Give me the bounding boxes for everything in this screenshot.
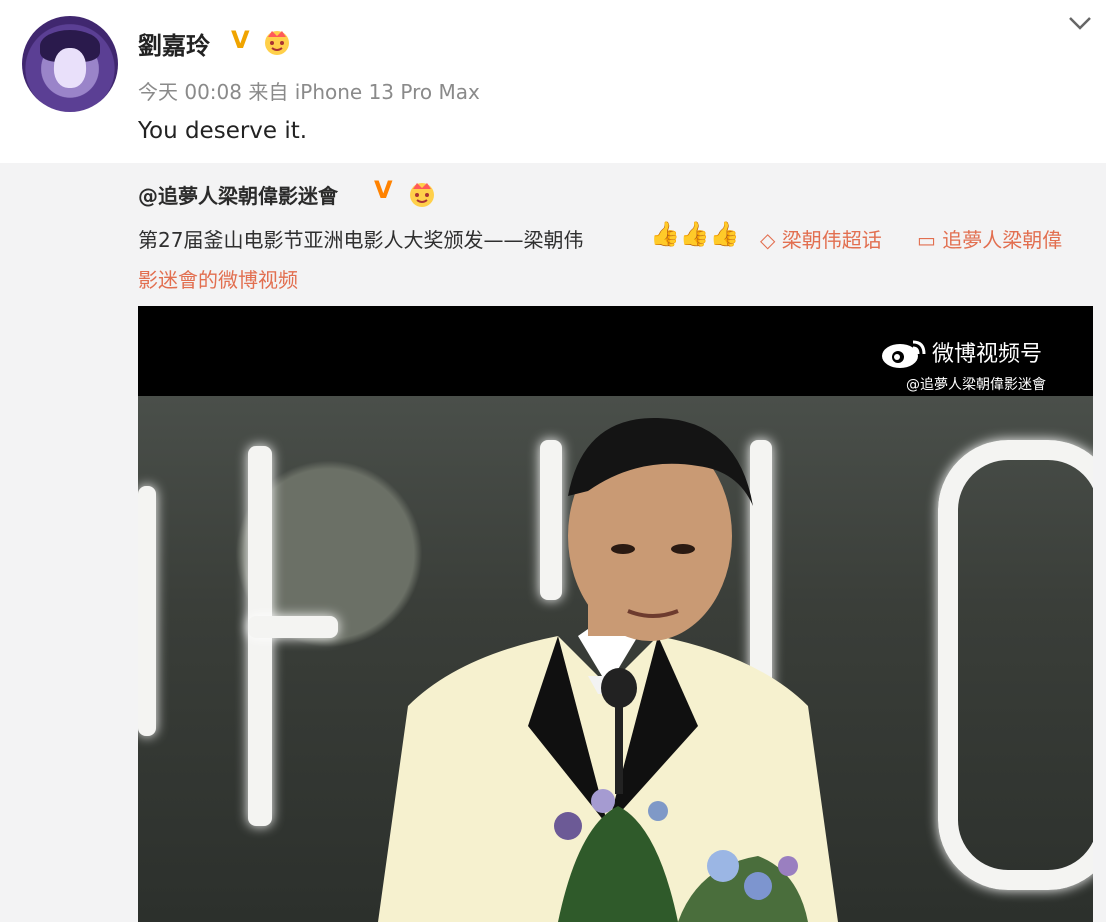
supertopic-label: 梁朝伟超话 (781, 228, 882, 252)
repost-text: 第27届釜山电影节亚洲电影人大奖颁发——梁朝伟 (138, 228, 584, 252)
post-time: 今天 00:08 (138, 80, 242, 104)
verified-icon: V (374, 176, 393, 204)
chevron-down-icon[interactable] (1066, 12, 1094, 36)
avatar-face (54, 48, 86, 88)
video-link-label-part1: 追夢人梁朝偉 (942, 228, 1063, 252)
supertopic-link[interactable]: ◇ 梁朝伟超话 (760, 224, 882, 253)
speaker-figure (378, 417, 838, 922)
post-text: You deserve it. (138, 118, 308, 144)
crown-emoji-icon (265, 31, 289, 55)
video-icon: ▭ (917, 228, 943, 252)
author-name[interactable]: 劉嘉玲 (138, 26, 210, 61)
avatar[interactable] (22, 16, 118, 112)
watermark-title: 微博视频号 (932, 342, 1043, 367)
watermark-subtitle: @追夢人梁朝偉影迷會 (906, 377, 1046, 393)
weibo-logo-icon (882, 340, 926, 368)
video-link[interactable]: ▭ 追夢人梁朝偉 (917, 224, 1062, 253)
crown-emoji-icon (410, 183, 434, 207)
repost-author[interactable]: @追夢人梁朝偉影迷會 (138, 180, 338, 209)
post-meta: 今天 00:08 来自 iPhone 13 Pro Max (138, 76, 480, 105)
video-player[interactable] (138, 306, 1093, 922)
video-link-continued[interactable]: 影迷會的微博视频 (138, 264, 298, 293)
post-source: 来自 iPhone 13 Pro Max (248, 80, 480, 104)
verified-icon: V (231, 26, 250, 54)
diamond-icon: ◇ (760, 228, 782, 252)
thumbs-up-icon: 👍👍👍 (650, 220, 740, 248)
post-header: 劉嘉玲 V 今天 00:08 来自 iPhone 13 Pro Max You … (0, 0, 1106, 163)
